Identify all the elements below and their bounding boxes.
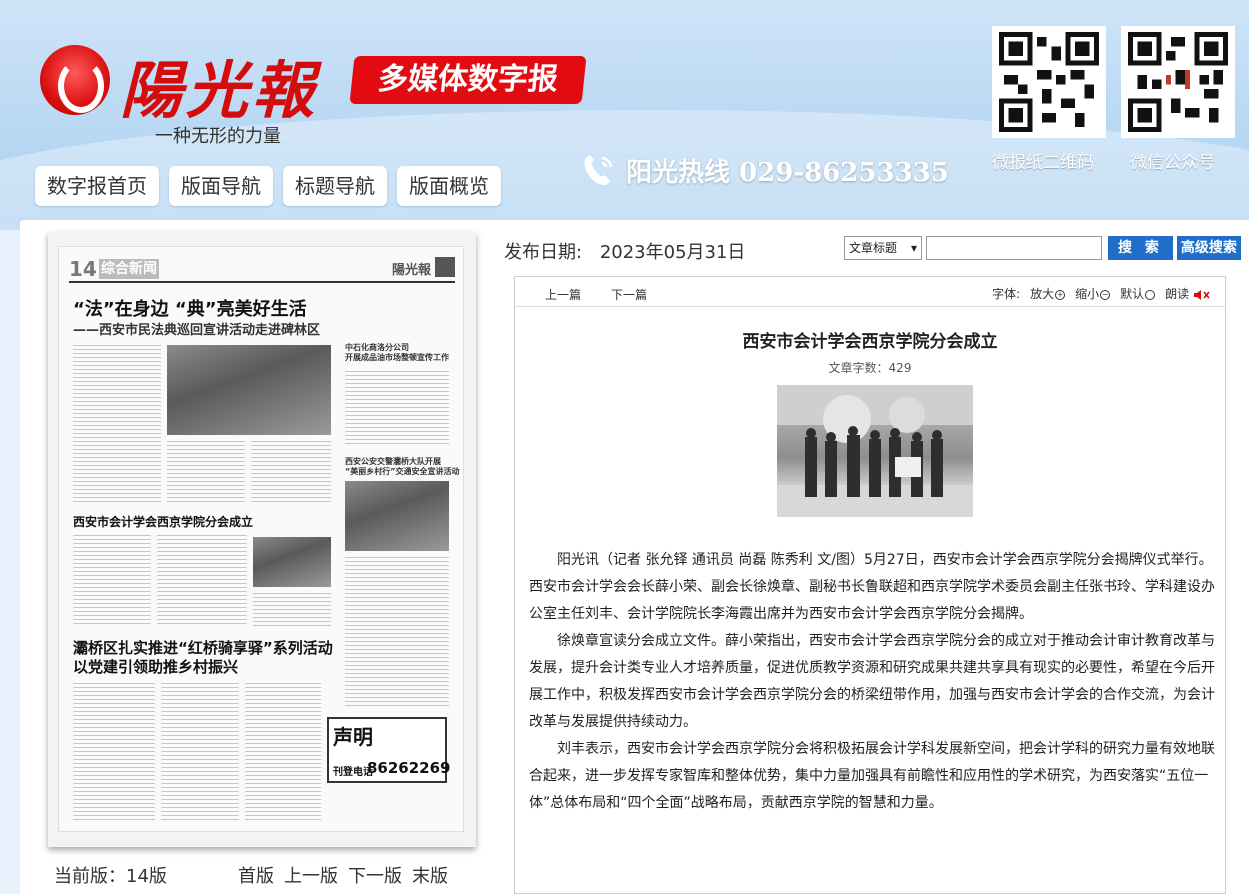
- article-paragraph: 阳光讯（记者 张允铎 通讯员 尚磊 陈秀利 文/图）5月27日，西安市会计学会西…: [529, 552, 1215, 622]
- font-tools: 字体: 放大 + 缩小 − 默认 朗读: [992, 285, 1211, 302]
- thumb-text-block: [73, 683, 155, 823]
- article-wordcount: 文章字数：429: [828, 361, 912, 375]
- paper-qr-label: 微报纸二维码: [992, 153, 1094, 173]
- read-label: 朗读: [1165, 287, 1190, 301]
- hotline-text: 阳光热线 029-86253335: [626, 157, 949, 188]
- default-font-button[interactable]: 默认: [1120, 285, 1156, 302]
- paper-qr-code: [992, 26, 1106, 138]
- notice-title: 声明: [333, 725, 373, 749]
- thumb-article-accounting[interactable]: 西安市会计学会西京学院分会成立: [73, 513, 253, 530]
- nav-title-nav-button[interactable]: 标题导航: [283, 166, 387, 206]
- page-logo: 陽光報: [391, 263, 431, 278]
- site-header: 陽光報 一种无形的力量 多媒体数字报 数字报首页 版面导航 标题导航 版面概览 …: [0, 0, 1249, 230]
- next-article-link[interactable]: 下一篇: [611, 286, 647, 303]
- enlarge-font-button[interactable]: 放大 +: [1030, 285, 1066, 302]
- read-aloud-button[interactable]: 朗读: [1165, 285, 1211, 302]
- article-toolbar: 上一篇 下一篇 字体: 放大 + 缩小 − 默认 朗读: [515, 277, 1225, 307]
- site-slogan: 一种无形的力量: [155, 126, 281, 147]
- page-header: 14 综合新闻 陽光報: [69, 257, 455, 283]
- thumb-article-traffic-line1: 西安公安交警灞桥大队开展: [345, 457, 441, 466]
- thumb-article-baqiao[interactable]: 灞桥区扎实推进“红桥骑享驿”系列活动 以党建引领助推乡村振兴: [73, 639, 333, 677]
- thumb-article-sinopec-line2: 开展成品油市场整顿宣传工作: [345, 353, 449, 362]
- publish-date-label: 发布日期:: [504, 242, 583, 263]
- search-button[interactable]: 搜 索: [1108, 236, 1173, 260]
- article-paragraph: 刘丰表示，西安市会计学会西京学院分会将积极拓展会计学科发展新空间，把会计学科的研…: [529, 741, 1215, 811]
- thumb-article-sinopec-line1: 中石化商洛分公司: [345, 343, 409, 352]
- shrink-label: 缩小: [1075, 287, 1100, 301]
- thumb-photo-lecture: [167, 345, 331, 435]
- thumb-photo-traffic: [345, 481, 449, 551]
- prev-article-link[interactable]: 上一篇: [545, 286, 581, 303]
- thumb-photo-accounting: [253, 537, 331, 587]
- thumb-text-block: [251, 441, 331, 505]
- thumb-article-baqiao-line2: 以党建引领助推乡村振兴: [73, 658, 239, 676]
- default-label: 默认: [1120, 287, 1145, 301]
- logo-emblem-icon: [40, 45, 110, 115]
- article-photo: [777, 385, 973, 517]
- thumb-text-block: [345, 371, 449, 447]
- thumb-article-traffic-line2: “美丽乡村行”交通安全宣讲活动: [345, 467, 460, 476]
- thumb-text-block: [157, 535, 247, 627]
- main-nav: 数字报首页 版面导航 标题导航 版面概览: [35, 166, 501, 206]
- wechat-qr-label: 微信公众号: [1130, 153, 1215, 173]
- site-logo[interactable]: 陽光報: [120, 40, 318, 130]
- thumb-text-block: [245, 683, 321, 823]
- main-panel: 14 综合新闻 陽光報 “法”在身边 “典”亮美好生活 ——西安市民法典巡回宣讲…: [20, 220, 1249, 894]
- thumb-text-block: [345, 557, 449, 707]
- minus-icon: −: [1100, 289, 1111, 300]
- thumb-article-baqiao-line1: 灞桥区扎实推进“红桥骑享驿”系列活动: [73, 639, 333, 657]
- hotline: 阳光热线 029-86253335: [578, 150, 949, 190]
- page-number: 14: [69, 257, 97, 281]
- thumb-text-block: [161, 683, 239, 823]
- thumb-text-block: [73, 535, 151, 627]
- thumb-text-block: [167, 441, 245, 505]
- font-label: 字体:: [992, 287, 1021, 301]
- last-page-link[interactable]: 末版: [412, 862, 448, 888]
- page-pager: 首版 上一版 下一版 末版: [238, 862, 448, 888]
- thumb-text-block: [253, 593, 331, 627]
- wechat-qr-code: [1121, 26, 1235, 138]
- prev-page-link[interactable]: 上一版: [284, 862, 338, 888]
- search-type-select[interactable]: 文章标题: [844, 236, 922, 260]
- publish-date-value: 2023年05月31日: [599, 242, 746, 263]
- page-qr-icon: [435, 257, 455, 277]
- search-input[interactable]: [926, 236, 1102, 260]
- article-paragraph: 徐焕章宣读分会成立文件。薛小荣指出，西安市会计学会西京学院分会的成立对于推动会计…: [529, 633, 1215, 730]
- page-section: 综合新闻: [99, 259, 159, 279]
- thumb-article-law[interactable]: “法”在身边 “典”亮美好生活: [73, 295, 307, 321]
- thumb-article-law-subtitle[interactable]: ——西安市民法典巡回宣讲活动走进碑林区: [73, 319, 320, 338]
- article-panel: 上一篇 下一篇 字体: 放大 + 缩小 − 默认 朗读 西安市会计学会西京学院分会成…: [514, 276, 1226, 894]
- thumb-text-block: [73, 345, 161, 505]
- article-body: 阳光讯（记者 张允铎 通讯员 尚磊 陈秀利 文/图）5月27日，西安市会计学会西…: [529, 547, 1217, 817]
- circle-icon: [1145, 289, 1156, 300]
- article-title: 西安市会计学会西京学院分会成立: [742, 332, 998, 352]
- thumb-notice-ad[interactable]: 声明 刊登电话 86262269: [327, 717, 451, 783]
- nav-page-nav-button[interactable]: 版面导航: [169, 166, 273, 206]
- search-bar: 文章标题 搜 索 高级搜索: [844, 236, 1241, 260]
- thumb-article-traffic[interactable]: 西安公安交警灞桥大队开展 “美丽乡村行”交通安全宣讲活动: [345, 457, 460, 477]
- newspaper-page-thumbnail[interactable]: 14 综合新闻 陽光報 “法”在身边 “典”亮美好生活 ——西安市民法典巡回宣讲…: [58, 246, 464, 832]
- shrink-font-button[interactable]: 缩小 −: [1075, 285, 1111, 302]
- nav-home-button[interactable]: 数字报首页: [35, 166, 159, 206]
- next-page-link[interactable]: 下一版: [348, 862, 402, 888]
- current-page-label: 当前版：14版: [54, 866, 167, 887]
- nav-overview-button[interactable]: 版面概览: [397, 166, 501, 206]
- first-page-link[interactable]: 首版: [238, 862, 274, 888]
- thumb-article-sinopec[interactable]: 中石化商洛分公司 开展成品油市场整顿宣传工作: [345, 343, 449, 363]
- notice-phone: 86262269: [367, 759, 451, 777]
- enlarge-label: 放大: [1030, 287, 1055, 301]
- speaker-muted-icon: [1194, 289, 1210, 300]
- advanced-search-button[interactable]: 高级搜索: [1176, 236, 1241, 260]
- digital-edition-badge: 多媒体数字报: [349, 56, 587, 104]
- publish-date: 发布日期: 2023年05月31日: [504, 238, 745, 264]
- plus-icon: +: [1055, 289, 1066, 300]
- page-thumbnail-frame: 14 综合新闻 陽光報 “法”在身边 “典”亮美好生活 ——西安市民法典巡回宣讲…: [48, 232, 476, 847]
- phone-icon: [578, 150, 618, 190]
